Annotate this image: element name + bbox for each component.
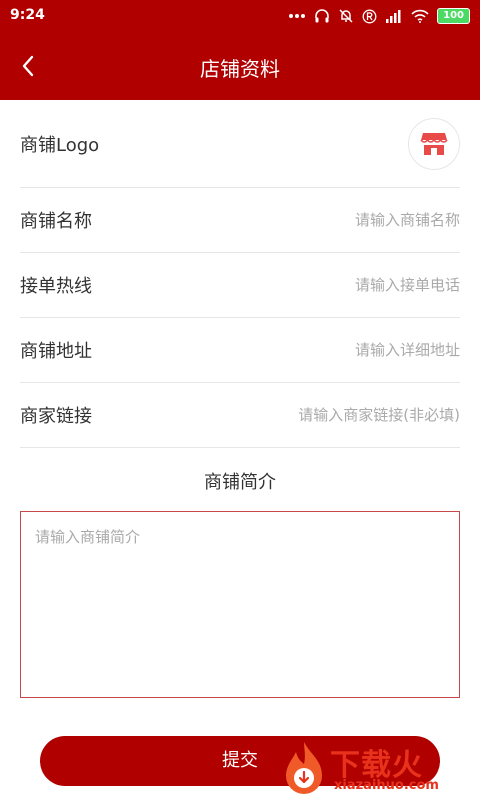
shop-icon bbox=[420, 133, 448, 155]
watermark-url: xiazaihuo.com bbox=[334, 778, 439, 793]
logo-row: 商铺Logo bbox=[20, 100, 460, 188]
signal-icon bbox=[386, 10, 401, 23]
headphones-icon bbox=[315, 9, 329, 23]
shop-name-row: 商铺名称 bbox=[20, 188, 460, 253]
address-input[interactable] bbox=[260, 341, 460, 359]
shop-name-input[interactable] bbox=[260, 211, 460, 229]
nav-bar: 店铺资料 bbox=[0, 32, 480, 100]
flame-logo-icon bbox=[286, 742, 322, 794]
app-header: 9:24 100 店铺资料 bbox=[0, 0, 480, 100]
link-label: 商家链接 bbox=[20, 406, 92, 427]
intro-textarea[interactable] bbox=[20, 511, 460, 698]
hotline-label: 接单热线 bbox=[20, 276, 92, 297]
registered-icon bbox=[362, 9, 377, 23]
shop-name-label: 商铺名称 bbox=[20, 211, 92, 232]
logo-label: 商铺Logo bbox=[20, 134, 100, 156]
shop-info-form: 商铺Logo 商铺名称 接单热线 商铺地址 商家链接 bbox=[20, 100, 460, 448]
status-bar: 9:24 100 bbox=[0, 0, 480, 32]
status-icons: 100 bbox=[288, 7, 470, 25]
logo-upload-button[interactable] bbox=[408, 118, 460, 170]
status-time: 9:24 bbox=[10, 7, 45, 23]
address-row: 商铺地址 bbox=[20, 318, 460, 383]
page-title: 店铺资料 bbox=[200, 57, 280, 81]
link-row: 商家链接 bbox=[20, 383, 460, 448]
hotline-row: 接单热线 bbox=[20, 253, 460, 318]
wifi-icon bbox=[411, 9, 429, 23]
intro-title: 商铺简介 bbox=[204, 472, 276, 493]
address-label: 商铺地址 bbox=[20, 341, 92, 362]
mute-bell-icon bbox=[339, 9, 353, 23]
battery-indicator: 100 bbox=[437, 8, 470, 24]
more-dots-icon bbox=[289, 14, 306, 18]
watermark: 下载火 xiazaihuo.com bbox=[274, 738, 474, 798]
hotline-input[interactable] bbox=[260, 276, 460, 294]
link-input[interactable] bbox=[250, 406, 460, 424]
